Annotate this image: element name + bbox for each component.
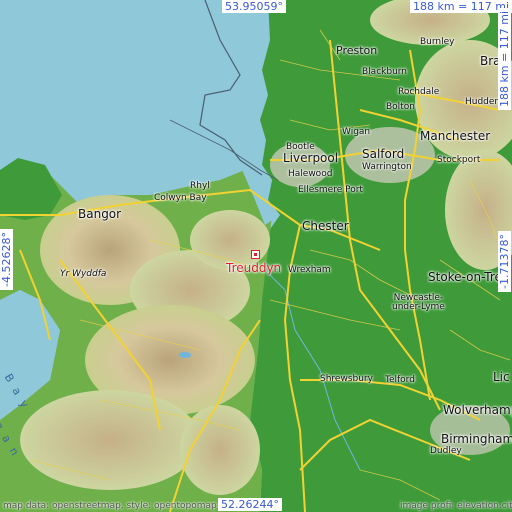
place-label-wigan: Wigan (342, 127, 371, 137)
credit-right: image profi: elevation.city (400, 501, 512, 511)
place-label-rhyl: Rhyl (190, 181, 210, 191)
place-label-warrington: Warrington (362, 162, 412, 172)
place-label-liverpool: Liverpool (283, 151, 339, 165)
place-label-colwyn-bay: Colwyn Bay (154, 193, 207, 203)
coord-bottom: 52.26244° (218, 498, 282, 511)
place-label-ellesmere-port: Ellesmere Port (298, 185, 363, 195)
place-label-halewood: Halewood (288, 169, 333, 179)
scale-right: 188 km = 117 mi (498, 7, 511, 110)
coord-top: 53.95059° (222, 0, 286, 13)
place-label-salford: Salford (362, 147, 405, 161)
place-label-bangor: Bangor (78, 207, 122, 221)
poi-marker-icon[interactable] (251, 250, 260, 259)
place-label-birmingham: Birmingham (441, 432, 512, 446)
place-label-manchester: Manchester (420, 129, 491, 143)
coord-right: -1.71378° (498, 231, 511, 292)
place-label-stockport: Stockport (437, 155, 481, 165)
place-label-rochdale: Rochdale (398, 87, 440, 97)
coord-left: -4.52628° (0, 229, 13, 290)
place-label-yr-wyddfa: Yr Wyddfa (60, 269, 107, 279)
place-label-chester: Chester (302, 219, 349, 233)
place-label-lic: Lic (493, 370, 510, 384)
place-label-shrewsbury: Shrewsbury (320, 374, 373, 384)
credit-left: map data: openstreetmap, style: opentopo… (3, 501, 217, 511)
place-label-newcastle: Newcastle- under-Lyme (392, 293, 445, 312)
place-label-stoke: Stoke-on-Tre (428, 270, 502, 284)
terrain-map[interactable]: Preston Burnley Blackburn Bra Rochdale B… (0, 0, 512, 512)
place-label-dudley: Dudley (430, 446, 462, 456)
place-label-blackburn: Blackburn (362, 67, 408, 77)
place-label-bolton: Bolton (386, 102, 415, 112)
place-label-wolverhampton: Wolverhampt (443, 403, 512, 417)
place-label-preston: Preston (336, 44, 378, 57)
place-label-wrexham: Wrexham (288, 265, 331, 275)
place-label-telford: Telford (385, 375, 415, 385)
place-label-burnley: Burnley (420, 37, 455, 47)
poi-label-treuddyn[interactable]: Treuddyn (226, 262, 281, 274)
scale-top: 188 km = 117 mi (410, 0, 512, 13)
